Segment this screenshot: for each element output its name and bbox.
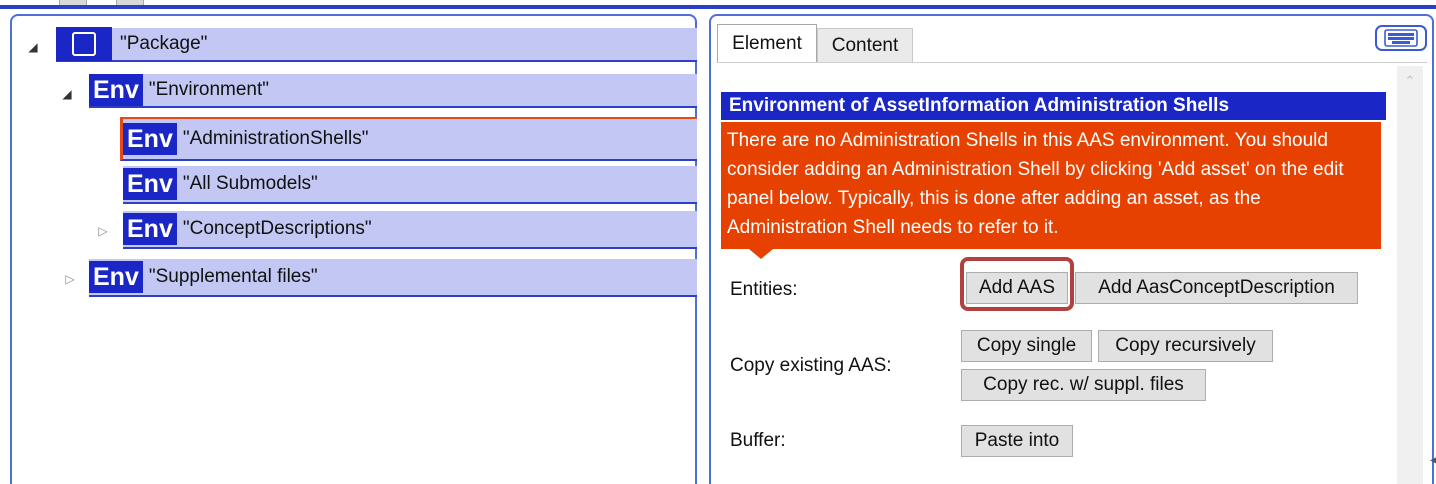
- tab-element[interactable]: Element: [717, 24, 817, 62]
- splitter-arrow-icon[interactable]: ◀: [1430, 455, 1436, 466]
- tree-node-label: "AdministrationShells": [182, 128, 369, 149]
- editor-frame: [709, 14, 1434, 484]
- tab-content[interactable]: Content: [817, 28, 913, 62]
- tree-node-supplemental-files[interactable]: Env "Supplemental files": [89, 259, 697, 297]
- top-accent-line: [0, 5, 1436, 9]
- buffer-label: Buffer:: [730, 430, 786, 451]
- warning-pointer: [749, 249, 773, 259]
- expand-closed-icon[interactable]: ▷: [63, 272, 77, 286]
- vertical-scrollbar[interactable]: ⌃: [1397, 66, 1423, 484]
- add-aas-button[interactable]: Add AAS: [966, 272, 1068, 304]
- add-concept-description-button[interactable]: Add AasConceptDescription: [1075, 272, 1358, 304]
- tree-node-environment[interactable]: Env "Environment": [89, 74, 697, 108]
- entities-label: Entities:: [730, 279, 798, 300]
- copy-recursively-button[interactable]: Copy recursively: [1098, 330, 1273, 362]
- editor-panel: Element Content ⌃ Environment of AssetIn…: [709, 14, 1436, 484]
- paste-into-button[interactable]: Paste into: [961, 425, 1073, 457]
- tree-node-label: "All Submodels": [182, 173, 318, 194]
- tree-node-label: "Supplemental files": [148, 266, 318, 287]
- tree-panel: ◢ "Package" ◢ Env "Environment" Env "Adm…: [10, 14, 697, 484]
- env-badge: Env: [123, 213, 177, 245]
- tree-node-label: "Environment": [148, 79, 270, 100]
- tree-node-label: "ConceptDescriptions": [182, 218, 372, 239]
- copy-single-button[interactable]: Copy single: [961, 330, 1092, 362]
- keyboard-toggle-button[interactable]: [1375, 25, 1427, 51]
- expand-open-icon[interactable]: ◢: [60, 87, 74, 101]
- tree-node-administration-shells[interactable]: Env "AdministrationShells": [120, 117, 697, 161]
- env-badge: Env: [123, 123, 177, 155]
- env-badge: Env: [89, 261, 143, 293]
- tree-node-concept-descriptions[interactable]: Env "ConceptDescriptions": [123, 211, 697, 249]
- keyboard-icon: [1384, 29, 1418, 47]
- expand-open-icon[interactable]: ◢: [26, 40, 40, 54]
- tree-node-label: "Package": [120, 33, 208, 54]
- env-badge: Env: [123, 168, 177, 200]
- copy-existing-label: Copy existing AAS:: [730, 355, 892, 376]
- tab-divider: [717, 62, 1427, 63]
- tree-node-all-submodels[interactable]: Env "All Submodels": [123, 166, 697, 204]
- expand-closed-icon[interactable]: ▷: [96, 224, 110, 238]
- env-badge: Env: [89, 74, 143, 106]
- section-header: Environment of AssetInformation Administ…: [721, 92, 1386, 120]
- copy-rec-suppl-files-button[interactable]: Copy rec. w/ suppl. files: [961, 369, 1206, 401]
- window-top-bar: [0, 0, 1436, 9]
- warning-message: There are no Administration Shells in th…: [721, 122, 1381, 249]
- scroll-up-icon[interactable]: ⌃: [1397, 68, 1423, 94]
- tree-node-package[interactable]: "Package": [56, 27, 697, 62]
- package-icon: [56, 27, 112, 61]
